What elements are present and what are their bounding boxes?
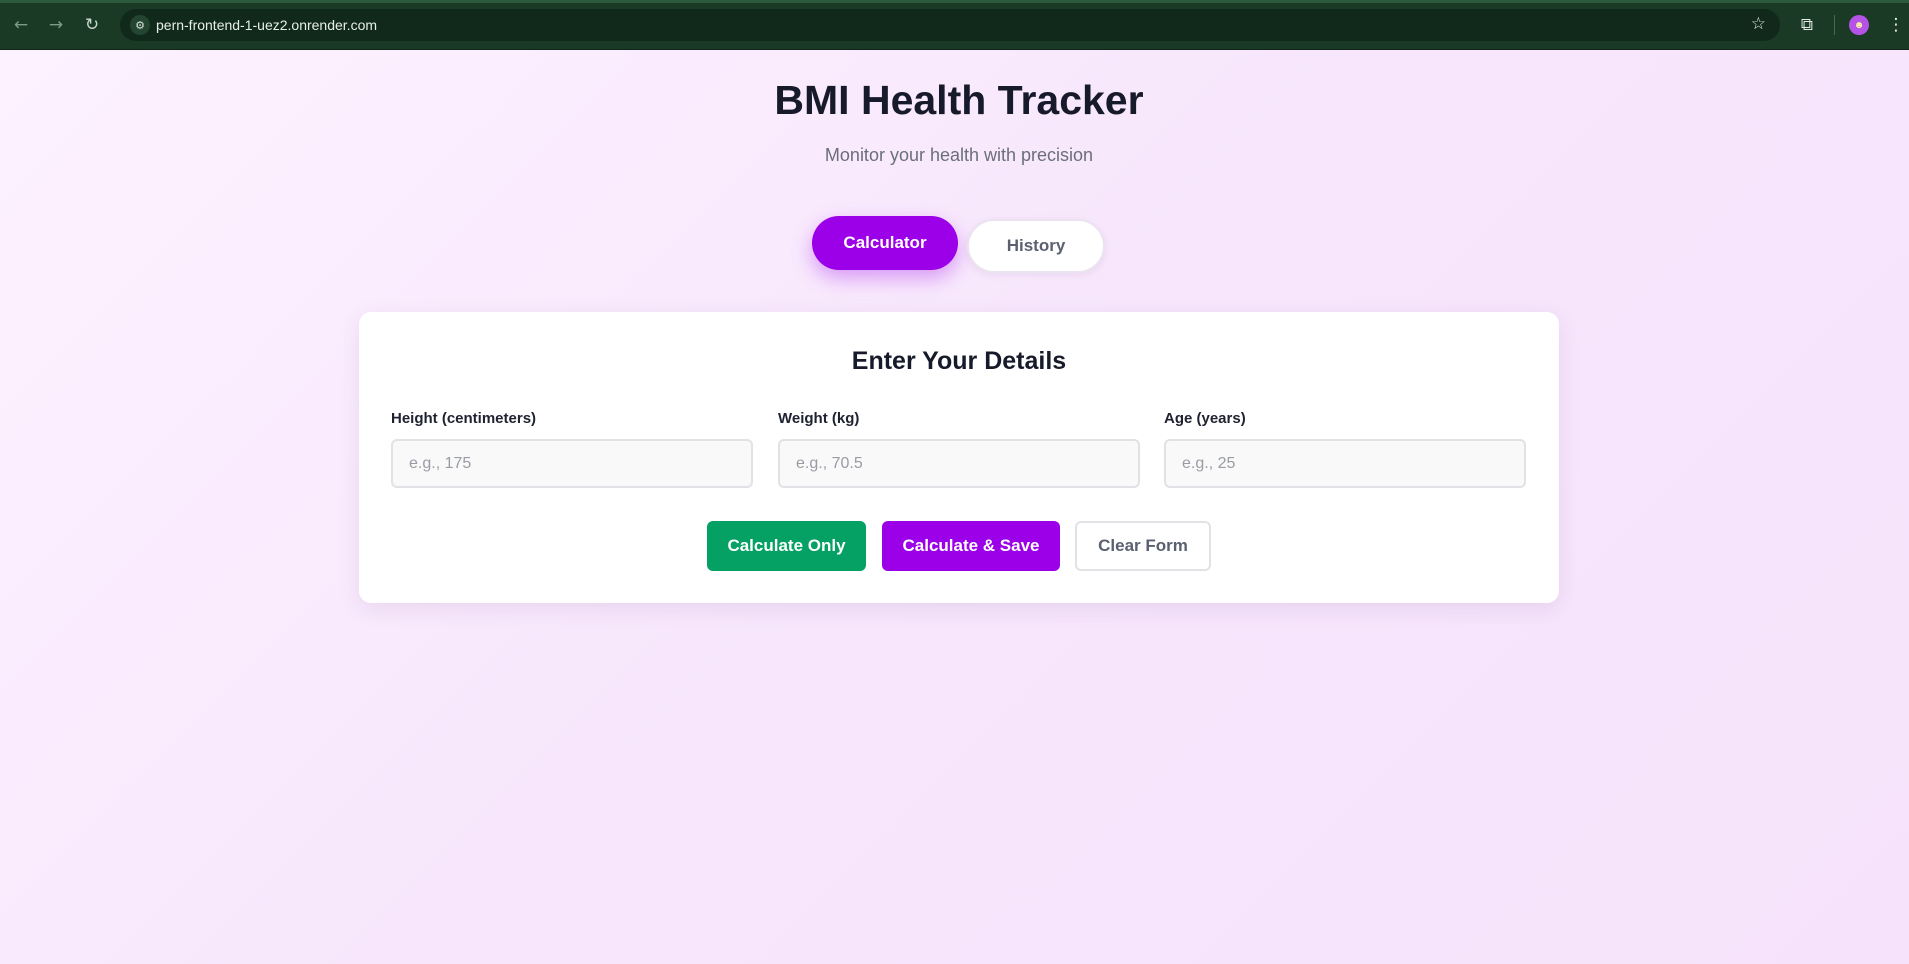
form-title: Enter Your Details [851, 347, 1067, 375]
browser-menu-button[interactable]: ⋮ [1884, 13, 1908, 37]
weight-input[interactable] [778, 439, 1140, 488]
calculate-save-button[interactable]: Calculate & Save [882, 521, 1060, 571]
forward-button[interactable]: → [44, 13, 68, 37]
age-label: Age (years) [1164, 410, 1246, 427]
details-form-card: Enter Your Details Height (centimeters) … [359, 312, 1559, 603]
kebab-menu-icon: ⋮ [1887, 15, 1905, 35]
site-info-button[interactable]: ⚙ [130, 15, 150, 35]
app-page: BMI Health Tracker Monitor your health w… [0, 50, 1909, 964]
page-title: BMI Health Tracker [774, 77, 1144, 123]
tab-calculator[interactable]: Calculator [812, 216, 958, 270]
tune-icon: ⚙ [135, 18, 145, 32]
arrow-right-icon: → [48, 15, 64, 35]
toolbar-divider [1834, 15, 1835, 35]
url-text[interactable]: pern-frontend-1-uez2.onrender.com [156, 17, 377, 33]
back-button[interactable]: ← [9, 13, 33, 37]
address-bar[interactable]: ⚙ pern-frontend-1-uez2.onrender.com ☆ [120, 9, 1780, 41]
bookmark-star-icon[interactable]: ☆ [1751, 14, 1766, 34]
calculate-only-button[interactable]: Calculate Only [707, 521, 866, 571]
weight-label: Weight (kg) [778, 410, 860, 427]
page-subtitle: Monitor your health with precision [824, 145, 1094, 165]
reload-icon: ↻ [84, 15, 100, 35]
tab-history[interactable]: History [967, 219, 1105, 273]
arrow-left-icon: ← [13, 15, 29, 35]
avatar-icon: ☻ [1853, 19, 1865, 31]
reload-button[interactable]: ↻ [80, 13, 104, 37]
extensions-button[interactable]: ⧉ [1795, 13, 1819, 37]
age-input[interactable] [1164, 439, 1526, 488]
height-label: Height (centimeters) [391, 410, 537, 427]
clear-form-button[interactable]: Clear Form [1075, 521, 1211, 571]
tab-strip-edge [0, 0, 1909, 3]
height-input[interactable] [391, 439, 753, 488]
puzzle-icon: ⧉ [1800, 15, 1814, 35]
browser-toolbar: ← → ↻ ⚙ pern-frontend-1-uez2.onrender.co… [0, 0, 1909, 50]
profile-avatar[interactable]: ☻ [1849, 15, 1869, 35]
